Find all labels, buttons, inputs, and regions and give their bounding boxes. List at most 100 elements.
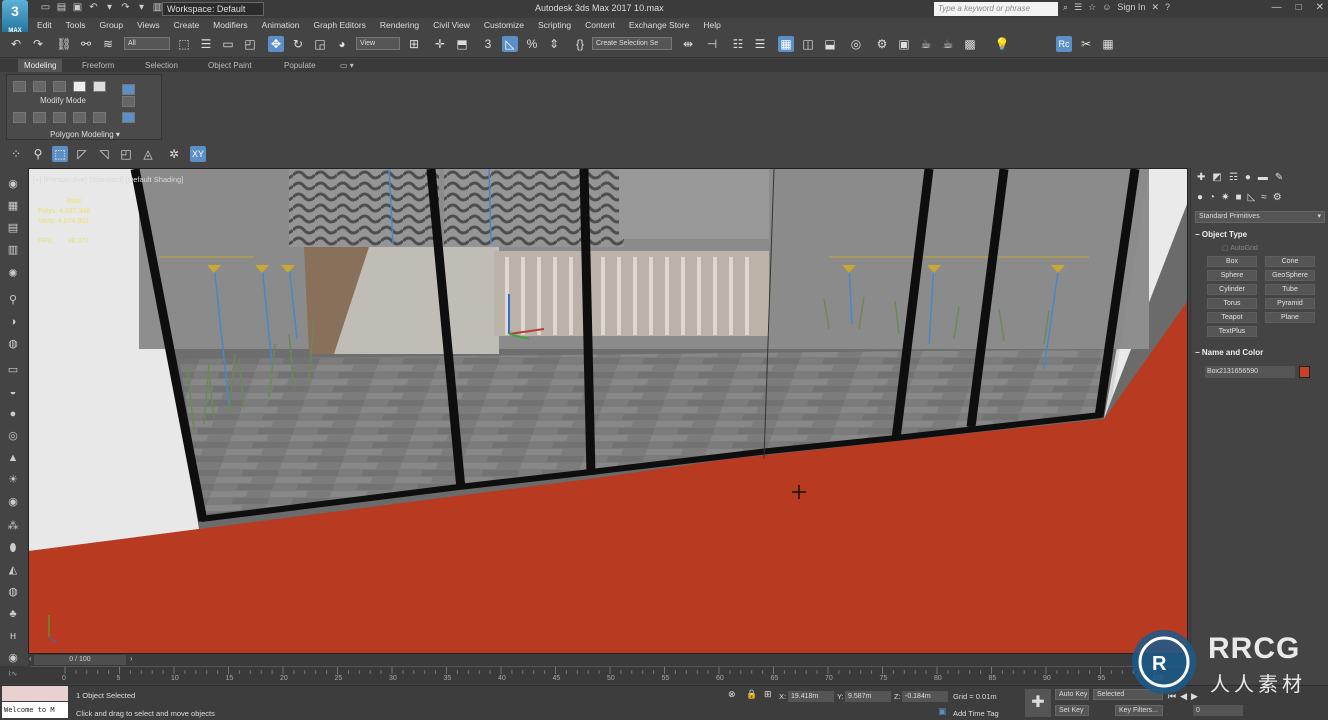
pivot-center-icon[interactable]: ⊞ bbox=[406, 36, 422, 52]
vertex-icon[interactable] bbox=[13, 81, 26, 92]
render-setup-icon[interactable]: ⚙ bbox=[874, 36, 890, 52]
window-crossing-icon[interactable]: ◰ bbox=[242, 36, 258, 52]
save-icon[interactable]: ▣ bbox=[72, 2, 83, 14]
named-selection-dropdown[interactable]: Create Selection Se bbox=[592, 37, 672, 50]
face-snap-icon[interactable]: ◬ bbox=[140, 146, 156, 162]
box-button[interactable]: Box bbox=[1207, 256, 1257, 267]
undo-icon[interactable]: ↶ bbox=[8, 36, 24, 52]
toggle-command-mode-icon[interactable] bbox=[122, 112, 135, 123]
workspace-dropdown[interactable]: Workspace: Default bbox=[162, 2, 264, 16]
vertex-snap-icon[interactable]: ⬚ bbox=[52, 146, 68, 162]
spacewarps-icon[interactable]: ≈ bbox=[1261, 192, 1267, 203]
ribbon-options-icon[interactable]: ▭ ▾ bbox=[340, 59, 354, 72]
select-object-icon[interactable]: ⬚ bbox=[176, 36, 192, 52]
key-filters-button[interactable]: Key Filters... bbox=[1115, 705, 1163, 716]
trackbar[interactable]: 0510152025303540455055606570758085909510… bbox=[30, 666, 1190, 684]
subscription-icon[interactable]: ☰ bbox=[1074, 2, 1082, 13]
minimize-icon[interactable]: — bbox=[1272, 2, 1282, 13]
axis-constraint-icon[interactable]: XY bbox=[190, 146, 206, 162]
list-icon[interactable]: ▤ bbox=[5, 220, 21, 236]
render-production-icon[interactable]: ☕ bbox=[918, 36, 934, 52]
box-icon[interactable]: ▭ bbox=[5, 362, 21, 378]
binoculars-icon[interactable]: ⌕ bbox=[1063, 2, 1068, 13]
show-end-result-icon[interactable] bbox=[122, 84, 135, 95]
open-file-icon[interactable]: ▤ bbox=[56, 2, 67, 14]
menu-animation[interactable]: Animation bbox=[255, 18, 307, 32]
search-input[interactable]: Type a keyword or phrase bbox=[934, 2, 1058, 16]
material-editor-icon[interactable]: ◎ bbox=[848, 36, 864, 52]
endpoint-snap-icon[interactable]: ◸ bbox=[74, 146, 90, 162]
pin-stack-icon[interactable] bbox=[122, 96, 135, 107]
modify-tab-icon[interactable]: ◩ bbox=[1212, 172, 1221, 183]
layers-icon[interactable]: ▥ bbox=[5, 242, 21, 258]
x-coordinate-field[interactable]: 19.418m bbox=[788, 691, 834, 702]
spacewarp-icon[interactable]: ◍ bbox=[5, 336, 21, 352]
rendered-frame-window-icon[interactable]: ▣ bbox=[896, 36, 912, 52]
select-place-icon[interactable]: ◕ bbox=[334, 36, 350, 52]
target-icon[interactable]: ◉ bbox=[5, 494, 21, 510]
tab-populate[interactable]: Populate bbox=[284, 59, 316, 72]
lightbulb-icon[interactable]: 💡 bbox=[994, 36, 1010, 52]
dropdown-icon[interactable]: ▾ bbox=[104, 2, 115, 14]
soft-selection-icon[interactable] bbox=[13, 112, 26, 123]
hierarchy-tab-icon[interactable]: ☶ bbox=[1229, 172, 1238, 183]
sign-in-link[interactable]: Sign In bbox=[1117, 2, 1145, 13]
menu-content[interactable]: Content bbox=[578, 18, 622, 32]
repeat-last-icon[interactable] bbox=[73, 112, 86, 123]
lock-icon[interactable]: 🔒 bbox=[746, 689, 757, 700]
particles-icon[interactable]: ⁂ bbox=[5, 518, 21, 534]
collapse-stack-icon[interactable] bbox=[33, 112, 46, 123]
pivot-snap-icon[interactable]: ⚲ bbox=[30, 146, 46, 162]
create-tab-icon[interactable]: ✚ bbox=[1197, 172, 1205, 183]
menu-create[interactable]: Create bbox=[167, 18, 207, 32]
render-icon[interactable]: ◉ bbox=[5, 650, 21, 666]
menu-help[interactable]: Help bbox=[696, 18, 727, 32]
geometry-icon[interactable]: ● bbox=[1197, 192, 1203, 203]
scene-explorer-icon[interactable]: ▦ bbox=[5, 198, 21, 214]
tube-button[interactable]: Tube bbox=[1265, 284, 1315, 295]
material-icon[interactable]: ⬮ bbox=[5, 540, 21, 556]
tab-selection[interactable]: Selection bbox=[145, 59, 178, 72]
layer-explorer-icon[interactable]: ☰ bbox=[752, 36, 768, 52]
prev-frame-icon[interactable]: ‹ bbox=[29, 654, 32, 663]
menu-customize[interactable]: Customize bbox=[477, 18, 531, 32]
current-frame-field[interactable]: 0 bbox=[1193, 705, 1243, 716]
camera-icon[interactable]: ◭ bbox=[5, 562, 21, 578]
redo-icon[interactable]: ↷ bbox=[30, 36, 46, 52]
shapes-icon[interactable]: ◔ bbox=[1209, 192, 1215, 203]
textplus-button[interactable]: TextPlus bbox=[1207, 326, 1257, 337]
cameras-icon[interactable]: ■ bbox=[1235, 192, 1241, 203]
tools-icon[interactable]: ✂ bbox=[1078, 36, 1094, 52]
select-by-name-icon[interactable]: ☰ bbox=[198, 36, 214, 52]
object-type-rollout[interactable]: − Object Type bbox=[1195, 230, 1325, 239]
sphere-icon[interactable]: ◒ bbox=[5, 384, 21, 400]
select-manipulate-icon[interactable]: ✛ bbox=[432, 36, 448, 52]
midpoint-snap-icon[interactable]: ◹ bbox=[96, 146, 112, 162]
isolate-selection-icon[interactable]: ⊗ bbox=[728, 689, 736, 700]
reference-coordinate-dropdown[interactable]: View bbox=[356, 37, 400, 50]
grid-points-icon[interactable]: ⁘ bbox=[8, 146, 24, 162]
element-icon[interactable] bbox=[93, 81, 106, 92]
menu-edit[interactable]: Edit bbox=[30, 18, 59, 32]
teapot-button[interactable]: Teapot bbox=[1207, 312, 1257, 323]
pyramid-button[interactable]: Pyramid bbox=[1265, 298, 1315, 309]
systems-icon[interactable]: ⚙ bbox=[1273, 192, 1282, 203]
set-key-button[interactable]: Set Key bbox=[1055, 705, 1089, 716]
light-icon[interactable]: ✺ bbox=[5, 266, 21, 282]
polygon-modeling-dropdown[interactable]: Polygon Modeling ▾ bbox=[7, 130, 163, 139]
plant-icon[interactable]: ♣ bbox=[5, 606, 21, 622]
sun-icon[interactable]: ☀ bbox=[5, 472, 21, 488]
y-coordinate-field[interactable]: 9.587m bbox=[845, 691, 891, 702]
render-iterative-icon[interactable]: ☕ bbox=[940, 36, 956, 52]
rectangular-selection-icon[interactable]: ▭ bbox=[220, 36, 236, 52]
select-and-move-icon[interactable]: ✥ bbox=[268, 36, 284, 52]
display-tab-icon[interactable]: ▬ bbox=[1258, 172, 1268, 183]
helper-icon[interactable]: ◑ bbox=[5, 314, 21, 330]
align-icon[interactable]: ⊣ bbox=[704, 36, 720, 52]
menu-tools[interactable]: Tools bbox=[59, 18, 93, 32]
unlink-icon[interactable]: ⚯ bbox=[78, 36, 94, 52]
quickslice-icon[interactable] bbox=[93, 112, 106, 123]
viewport-label[interactable]: [+] [Perspective] [Standard] [Default Sh… bbox=[33, 175, 183, 184]
menu-exchange-store[interactable]: Exchange Store bbox=[622, 18, 696, 32]
globe-icon[interactable]: ◍ bbox=[5, 584, 21, 600]
